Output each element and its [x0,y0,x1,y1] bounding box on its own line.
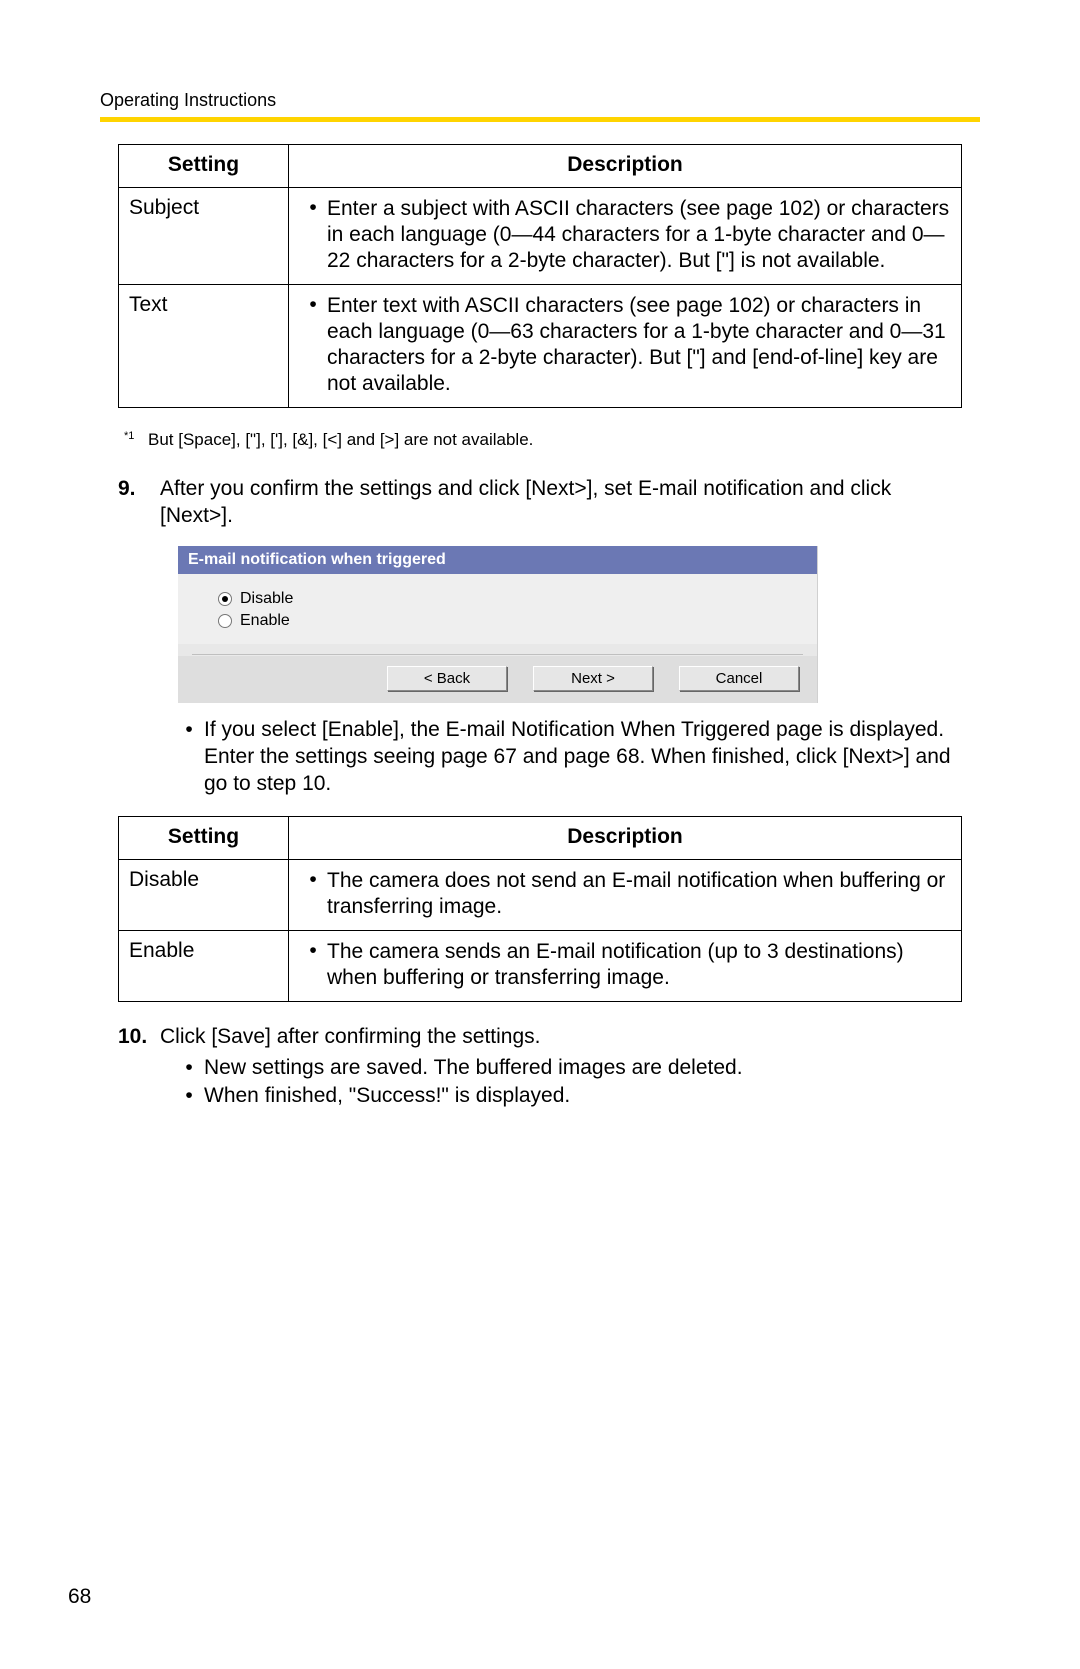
t2-r1-desc: The camera sends an E-mail notification … [327,939,951,991]
table-row: Enable • The camera sends an E-mail noti… [119,930,962,1001]
step-10-bullet-0: New settings are saved. The buffered ima… [204,1055,743,1082]
dialog-title: E-mail notification when triggered [178,546,817,574]
step-9-note-text: If you select [Enable], the E-mail Notif… [204,717,962,798]
t1-head-desc: Description [289,145,962,188]
bullet-icon: • [299,196,327,274]
radio-enable-label: Enable [240,612,290,630]
step-10: 10. Click [Save] after confirming the se… [118,1024,962,1113]
table-row: Text • Enter text with ASCII characters … [119,285,962,408]
bullet-icon: • [299,293,327,397]
page-number: 68 [68,1585,91,1609]
t2-r1-setting: Enable [119,930,289,1001]
radio-enable[interactable]: Enable [218,612,817,630]
step-9-text: After you confirm the settings and click… [160,476,962,530]
t1-head-setting: Setting [119,145,289,188]
header-rule [100,117,980,122]
step-10-number: 10. [118,1024,160,1113]
table-row: Subject • Enter a subject with ASCII cha… [119,188,962,285]
step-10-bullet: • When finished, "Success!" is displayed… [174,1083,962,1110]
radio-icon [218,614,232,628]
t1-r0-setting: Subject [119,188,289,285]
bullet-icon: • [174,1083,204,1110]
t1-r1-desc: Enter text with ASCII characters (see pa… [327,293,951,397]
bullet-icon: • [299,939,327,991]
running-header: Operating Instructions [100,90,980,111]
settings-table-2: Setting Description Disable • The camera… [118,816,962,1002]
bullet-icon: • [174,717,204,798]
radio-disable-label: Disable [240,590,293,608]
radio-disable[interactable]: Disable [218,590,817,608]
bullet-icon: • [174,1055,204,1082]
next-button[interactable]: Next > [533,666,653,691]
step-9: 9. After you confirm the settings and cl… [118,476,962,530]
footnote: *1 But [Space], ["], ['], [&], [<] and [… [118,430,962,450]
settings-table-1: Setting Description Subject • Enter a su… [118,144,962,408]
table-row: Disable • The camera does not send an E-… [119,859,962,930]
footnote-mark: *1 [124,430,148,450]
back-button[interactable]: < Back [387,666,507,691]
email-notification-dialog: E-mail notification when triggered Disab… [178,546,818,703]
radio-icon [218,592,232,606]
step-10-bullet: • New settings are saved. The buffered i… [174,1055,962,1082]
step-10-text: Click [Save] after confirming the settin… [160,1024,962,1051]
t2-r0-setting: Disable [119,859,289,930]
t2-r0-desc: The camera does not send an E-mail notif… [327,868,951,920]
step-9-note: • If you select [Enable], the E-mail Not… [174,717,962,798]
step-10-bullet-1: When finished, "Success!" is displayed. [204,1083,570,1110]
cancel-button[interactable]: Cancel [679,666,799,691]
t2-head-desc: Description [289,816,962,859]
t2-head-setting: Setting [119,816,289,859]
t1-r1-setting: Text [119,285,289,408]
bullet-icon: • [299,868,327,920]
step-9-number: 9. [118,476,160,530]
footnote-text: But [Space], ["], ['], [&], [<] and [>] … [148,430,533,450]
t1-r0-desc: Enter a subject with ASCII characters (s… [327,196,951,274]
